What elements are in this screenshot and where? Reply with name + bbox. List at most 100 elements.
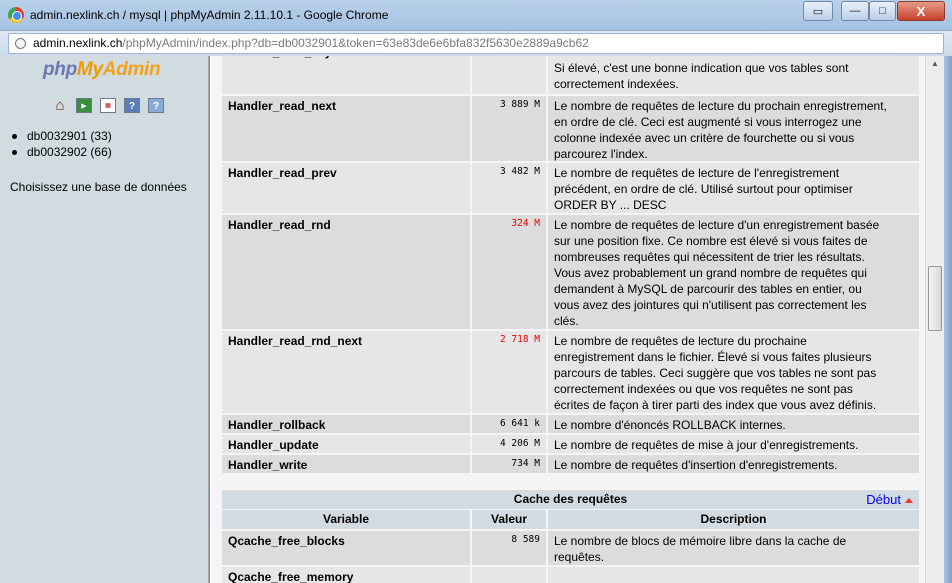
bullet-icon	[12, 134, 17, 140]
logo-my: My	[76, 59, 103, 80]
column-header-variable[interactable]: Variable	[222, 510, 470, 529]
description-line: Le nombre de blocs de mémoire libre dans…	[554, 534, 847, 548]
description-line: parcourez l'index.	[554, 147, 648, 161]
table-row: Handler_read_rnd 324 M Le nombre de requ…	[222, 215, 919, 329]
main-scrollbar[interactable]: ▲	[925, 56, 944, 583]
logo-php: php	[43, 59, 77, 80]
home-icon[interactable]: ⌂	[52, 98, 68, 113]
description-line: demandent à MySQL de parcourir des table…	[554, 282, 862, 296]
variable-description: Le nombre de requêtes de lecture de l'en…	[548, 163, 919, 213]
variable-value: 4 206 M	[472, 435, 546, 453]
table-row: Handler_read_next 3 889 M Le nombre de r…	[222, 96, 919, 161]
phpmyadmin-logo[interactable]: phpMyAdmin	[43, 59, 161, 81]
table-row: Handler_update 4 206 M Le nombre de requ…	[222, 435, 919, 453]
description-line: ORDER BY ... DESC	[554, 198, 667, 212]
variable-name: Handler_update	[222, 435, 470, 453]
table-row: Handler_read_prev 3 482 M Le nombre de r…	[222, 163, 919, 213]
table-row: Qcache_free_memory	[222, 567, 919, 583]
bullet-icon	[12, 150, 17, 156]
top-link-label: Début	[866, 492, 901, 507]
table-row: Handler_rollback 6 641 k Le nombre d'éno…	[222, 415, 919, 433]
database-item[interactable]: db0032901 (33)	[12, 128, 112, 144]
variable-value	[472, 567, 546, 583]
variable-name: Handler_rollback	[222, 415, 470, 433]
description-line: Le nombre de requêtes de lecture d'un en…	[554, 218, 880, 232]
variable-description	[548, 567, 919, 583]
minimize-button[interactable]: —	[841, 1, 869, 21]
help-icon[interactable]: ?	[124, 98, 140, 113]
navigation-frame: phpMyAdmin ⌂ ▶ ▦ ? ? db0032901 (33) db00…	[0, 56, 209, 583]
description-line: précédent, en ordre de clé. Utilisé surt…	[554, 182, 853, 196]
logo-admin: Admin	[102, 59, 161, 80]
description-line: Le nombre de requêtes de mise à jour d'e…	[554, 438, 859, 452]
variable-name: Handler_read_prev	[222, 163, 470, 213]
table-row: Qcache_free_blocks 8 589 Le nombre de bl…	[222, 531, 919, 565]
variable-name: Qcache_free_blocks	[222, 531, 470, 565]
description-line: correctement indexées ou que vos requête…	[554, 382, 853, 396]
scroll-up-arrow-icon[interactable]: ▲	[928, 57, 942, 71]
exit-icon[interactable]: ▶	[76, 98, 92, 113]
description-line: correctement indexées.	[554, 77, 679, 91]
variable-value-warning: 324 M	[472, 215, 546, 329]
variable-description: Le nombre de blocs de mémoire libre dans…	[548, 531, 919, 565]
description-line: nombreuses requêtes qui nécessitent de t…	[554, 250, 865, 264]
variable-name: Handler_read_next	[222, 96, 470, 161]
description-line: vous avez des jointures qui n'utilisent …	[554, 298, 867, 312]
scroll-thumb[interactable]	[928, 266, 942, 331]
variable-value: 6 641 k	[472, 415, 546, 433]
url-path: /phpMyAdmin/index.php?db=db0032901&token…	[122, 36, 589, 50]
variable-value	[472, 56, 546, 94]
database-list: db0032901 (33) db0032902 (66)	[12, 128, 112, 160]
description-line: Le nombre de requêtes de lecture de l'en…	[554, 166, 840, 180]
variable-value: 8 589	[472, 531, 546, 565]
database-label: db0032902 (66)	[27, 145, 112, 159]
choose-database-hint: Choisissez une base de données	[10, 180, 187, 194]
url-input[interactable]: admin.nexlink.ch/phpMyAdmin/index.php?db…	[8, 33, 944, 54]
variable-name: Handler_write	[222, 455, 470, 473]
description-line: colonne indexée avec un critère de fourc…	[554, 131, 855, 145]
table-row: Handler_write 734 M Le nombre de requête…	[222, 455, 919, 473]
variable-name: Handler_read_rnd_next	[222, 331, 470, 413]
description-line: clés.	[554, 314, 579, 328]
variable-value-warning: 2 718 M	[472, 331, 546, 413]
variable-description: Le nombre de requêtes d'insertion d'enre…	[548, 455, 919, 473]
address-bar: admin.nexlink.ch/phpMyAdmin/index.php?db…	[0, 31, 952, 56]
section-title: Cache des requêtes	[513, 492, 628, 506]
variable-name: Handler_read_key	[222, 56, 470, 94]
variable-value: 3 889 M	[472, 96, 546, 161]
description-line: Si élevé, c'est une bonne indication que…	[554, 61, 849, 75]
description-line: enregistrement dans le fichier. Élevé si…	[554, 350, 872, 364]
variable-description: Le nombre de requêtes de lecture d'un en…	[548, 215, 919, 329]
variable-description: Le nombre de requêtes de lecture du proc…	[548, 331, 919, 413]
description-line: Le nombre de requêtes d'insertion d'enre…	[554, 458, 838, 472]
description-line: en ordre de clé. Ceci est augmenté si vo…	[554, 115, 862, 129]
table-row: Handler_read_rnd_next 2 718 M Le nombre …	[222, 331, 919, 413]
database-label: db0032901 (33)	[27, 129, 112, 143]
description-line: sur une position fixe. Ce nombre est éle…	[554, 234, 868, 248]
window-titlebar: admin.nexlink.ch / mysql | phpMyAdmin 2.…	[0, 0, 952, 31]
main-frame: Handler_read_key Si élevé, c'est une bon…	[210, 56, 925, 583]
variable-description: Le nombre de requêtes de mise à jour d'e…	[548, 435, 919, 453]
top-link[interactable]: Début	[866, 490, 913, 509]
chrome-logo-icon	[8, 7, 24, 23]
arrow-up-icon	[905, 498, 913, 504]
description-line: Vous avez probablement un grand nombre d…	[554, 266, 867, 280]
maximize-button[interactable]: □	[869, 1, 896, 21]
description-line: écrites de façon à tirer parti des index…	[554, 398, 877, 412]
variable-name: Handler_read_rnd	[222, 215, 470, 329]
close-button[interactable]: X	[897, 1, 945, 21]
column-header-description[interactable]: Description	[548, 510, 919, 529]
description-line: Le nombre de requêtes de lecture du proc…	[554, 99, 887, 113]
database-item[interactable]: db0032902 (66)	[12, 144, 112, 160]
description-line: requêtes.	[554, 550, 605, 564]
table-row: Handler_read_key Si élevé, c'est une bon…	[222, 56, 919, 94]
description-line: parcours de tables. Ceci suggère que vos…	[554, 366, 877, 380]
documentation-icon[interactable]: ?	[148, 98, 164, 113]
extensions-icon[interactable]: ▭	[803, 1, 833, 21]
column-header-value[interactable]: Valeur	[472, 510, 546, 529]
variable-description: Le nombre de requêtes de lecture du proc…	[548, 96, 919, 161]
sql-query-icon[interactable]: ▦	[100, 98, 116, 113]
variable-description: Si élevé, c'est une bonne indication que…	[548, 56, 919, 94]
page-icon	[15, 38, 26, 49]
variable-description: Le nombre d'énoncés ROLLBACK internes.	[548, 415, 919, 433]
